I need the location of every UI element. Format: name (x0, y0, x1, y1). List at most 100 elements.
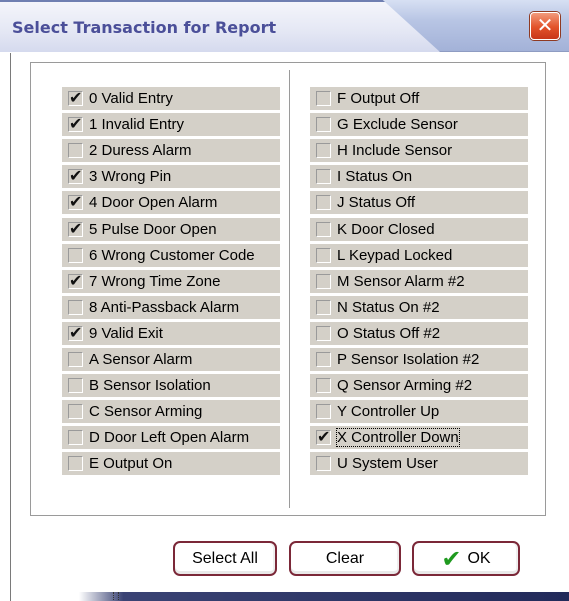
transaction-item[interactable]: 8 Anti-Passback Alarm (62, 295, 280, 319)
checkmark-icon: ✔ (69, 270, 83, 290)
checkbox[interactable] (316, 404, 331, 420)
transaction-item[interactable]: ✔ 1 Invalid Entry (62, 113, 280, 137)
checkbox[interactable] (316, 273, 331, 289)
transaction-label: I Status On (337, 168, 413, 186)
checkmark-icon: ✔ (69, 166, 83, 186)
dialog-title: Select Transaction for Report (12, 18, 277, 37)
transaction-item[interactable]: ✔ 4 Door Open Alarm (62, 191, 280, 215)
checkbox[interactable] (68, 352, 83, 367)
transaction-item[interactable]: K Door Closed (310, 217, 528, 241)
transaction-label: H Include Sensor (337, 142, 453, 160)
checkbox[interactable]: ✔ (68, 166, 83, 186)
transaction-label: C Sensor Arming (89, 403, 203, 421)
transaction-label: M Sensor Alarm #2 (337, 272, 465, 290)
checkbox[interactable] (316, 247, 331, 263)
transaction-item[interactable]: 6 Wrong Customer Code (62, 243, 280, 267)
checkbox[interactable] (316, 378, 331, 394)
transaction-label: Y Controller Up (337, 403, 440, 421)
transaction-label: 2 Duress Alarm (89, 142, 192, 160)
checkbox[interactable] (316, 221, 331, 237)
check-icon: ✔ (441, 544, 462, 573)
checkbox[interactable] (316, 169, 331, 185)
transaction-item[interactable]: U System User (310, 452, 528, 476)
checkbox[interactable] (316, 299, 331, 315)
bottom-grip (113, 592, 119, 600)
transaction-item[interactable]: ✔ 9 Valid Exit (62, 321, 280, 345)
transaction-item[interactable]: F Output Off (310, 87, 528, 110)
transaction-item[interactable]: M Sensor Alarm #2 (310, 269, 528, 293)
checkbox[interactable] (68, 299, 83, 315)
checkbox[interactable]: ✔ (68, 116, 83, 133)
clear-label: Clear (325, 549, 365, 567)
transaction-label: O Status Off #2 (337, 324, 441, 342)
checkbox[interactable]: ✔ (68, 192, 83, 212)
transaction-label: F Output Off (337, 90, 420, 107)
transaction-item[interactable]: ✔ 5 Pulse Door Open (62, 217, 280, 241)
transaction-item[interactable]: E Output On (62, 452, 280, 476)
transaction-item[interactable]: D Door Left Open Alarm (62, 426, 280, 450)
transaction-item[interactable]: G Exclude Sensor (310, 113, 528, 137)
transaction-label: N Status On #2 (337, 298, 440, 316)
column-divider (289, 70, 291, 508)
transaction-label: 6 Wrong Customer Code (89, 246, 255, 264)
transaction-item[interactable]: J Status Off (310, 191, 528, 215)
checkbox[interactable]: ✔ (68, 270, 83, 290)
bottom-edge (12, 592, 569, 601)
clear-button[interactable]: Clear (289, 541, 401, 576)
checkbox[interactable] (316, 195, 331, 211)
transaction-item[interactable]: ✔ 0 Valid Entry (62, 87, 280, 110)
checkbox[interactable] (316, 143, 331, 159)
checkbox[interactable] (316, 117, 331, 133)
transaction-label: E Output On (89, 455, 173, 473)
transaction-item[interactable]: B Sensor Isolation (62, 374, 280, 398)
checkbox[interactable] (316, 456, 331, 472)
checkbox[interactable] (68, 404, 83, 420)
checkmark-icon: ✔ (69, 322, 83, 342)
transaction-item[interactable]: 2 Duress Alarm (62, 139, 280, 163)
transaction-label: J Status Off (337, 194, 416, 212)
checkmark-icon: ✔ (69, 88, 83, 107)
select-all-button[interactable]: Select All (173, 541, 277, 576)
transaction-item[interactable]: Y Controller Up (310, 400, 528, 424)
checkbox[interactable]: ✔ (68, 322, 83, 342)
checkbox[interactable] (316, 352, 331, 367)
checkbox[interactable] (68, 378, 83, 394)
transaction-label: 7 Wrong Time Zone (89, 272, 221, 290)
checkbox[interactable] (68, 143, 83, 159)
select-all-label: Select All (192, 549, 258, 567)
transaction-label: X Controller Down (336, 428, 460, 448)
checkmark-icon: ✔ (69, 218, 83, 238)
transaction-item[interactable]: A Sensor Alarm (62, 348, 280, 371)
checkbox[interactable] (316, 325, 331, 341)
transaction-label: 5 Pulse Door Open (89, 220, 217, 238)
transaction-label: 0 Valid Entry (89, 90, 173, 107)
transaction-item[interactable]: Q Sensor Arming #2 (310, 374, 528, 398)
ok-button[interactable]: ✔ OK (412, 541, 520, 576)
transaction-label: D Door Left Open Alarm (89, 429, 250, 447)
ok-label: OK (467, 549, 491, 567)
transaction-item[interactable]: C Sensor Arming (62, 400, 280, 424)
transaction-label: L Keypad Locked (337, 246, 453, 264)
transaction-label: K Door Closed (337, 220, 435, 238)
close-button[interactable]: ✕ (530, 12, 560, 40)
transaction-item[interactable]: I Status On (310, 165, 528, 189)
checkbox[interactable] (316, 91, 331, 106)
transaction-label: B Sensor Isolation (89, 377, 211, 395)
transaction-item[interactable]: ✔ 7 Wrong Time Zone (62, 269, 280, 293)
transaction-item[interactable]: N Status On #2 (310, 295, 528, 319)
transaction-item[interactable]: O Status Off #2 (310, 321, 528, 345)
transaction-item[interactable]: ✔ 3 Wrong Pin (62, 165, 280, 189)
checkbox[interactable] (68, 430, 83, 446)
checkbox[interactable]: ✔ (316, 429, 331, 446)
title-bar[interactable]: Select Transaction for Report ✕ (0, 0, 569, 52)
checkbox[interactable]: ✔ (68, 218, 83, 238)
transaction-label: G Exclude Sensor (337, 116, 458, 134)
transaction-item[interactable]: ✔ X Controller Down (310, 426, 528, 450)
checkbox[interactable]: ✔ (68, 88, 83, 107)
checkbox[interactable] (68, 456, 83, 472)
checkmark-icon: ✔ (69, 192, 83, 212)
transaction-item[interactable]: P Sensor Isolation #2 (310, 348, 528, 371)
transaction-item[interactable]: L Keypad Locked (310, 243, 528, 267)
transaction-item[interactable]: H Include Sensor (310, 139, 528, 163)
checkbox[interactable] (68, 247, 83, 263)
